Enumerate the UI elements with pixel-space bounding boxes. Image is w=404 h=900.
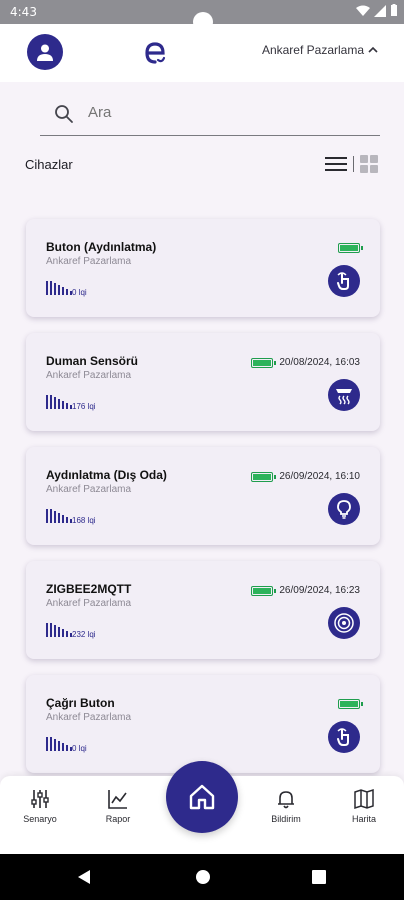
- home-icon: [189, 784, 215, 810]
- home-button[interactable]: [166, 761, 238, 833]
- signal-value: 0 lqi: [72, 288, 87, 297]
- nav-report-label: Rapor: [105, 814, 131, 824]
- status-bar: 4:43: [0, 0, 404, 32]
- view-toggle-divider: [353, 156, 354, 172]
- search-input[interactable]: [88, 98, 368, 126]
- battery-icon: [251, 357, 277, 368]
- device-meta: [332, 699, 363, 709]
- device-organization: Ankaref Pazarlama: [46, 256, 132, 267]
- signal-value: 232 lqi: [72, 630, 96, 639]
- touch-button-icon[interactable]: [328, 721, 360, 753]
- device-name: Aydınlatma (Dış Oda): [46, 468, 167, 482]
- device-name: ZIGBEE2MQTT: [46, 582, 132, 596]
- hub-icon[interactable]: [328, 607, 360, 639]
- signal-strength-icon: [46, 281, 72, 295]
- list-view-icon[interactable]: [325, 156, 347, 172]
- organization-name: Ankaref Pazarlama: [261, 43, 364, 57]
- device-timestamp: 20/08/2024, 16:03: [279, 357, 360, 368]
- signal-value: 168 lqi: [72, 516, 96, 525]
- status-icons: [356, 4, 398, 17]
- signal-strength-icon: [46, 737, 72, 751]
- nav-map[interactable]: Harita: [334, 788, 394, 824]
- battery-icon: [251, 471, 277, 482]
- system-navigation-bar: [0, 854, 404, 900]
- light-bulb-icon[interactable]: [328, 493, 360, 525]
- battery-icon: [338, 699, 363, 709]
- battery-icon: [251, 585, 277, 596]
- profile-avatar[interactable]: [27, 34, 63, 70]
- organization-selector[interactable]: Ankaref Pazarlama: [262, 43, 378, 57]
- grid-view-icon[interactable]: [360, 155, 378, 173]
- cellular-icon: [374, 4, 386, 17]
- app-header: Ankaref Pazarlama: [0, 24, 404, 82]
- nav-scenario[interactable]: Senaryo: [10, 788, 70, 824]
- home-system-icon[interactable]: [195, 869, 211, 885]
- view-toggle: [325, 155, 378, 173]
- back-icon[interactable]: [76, 869, 92, 885]
- signal-value: 0 lqi: [72, 744, 87, 753]
- device-meta: 20/08/2024, 16:03: [251, 357, 360, 368]
- signal-strength-icon: [46, 395, 72, 409]
- nav-map-label: Harita: [351, 814, 376, 824]
- smoke-sensor-icon[interactable]: [328, 379, 360, 411]
- search-icon: [55, 105, 73, 123]
- device-meta: 26/09/2024, 16:23: [251, 585, 360, 596]
- devices-title: Cihazlar: [25, 157, 73, 172]
- device-name: Buton (Aydınlatma): [46, 240, 157, 254]
- device-card[interactable]: Buton (Aydınlatma) Ankaref Pazarlama 0 l…: [26, 219, 380, 317]
- app-logo: [145, 42, 166, 64]
- nav-notification[interactable]: Bildirim: [256, 788, 316, 824]
- recents-icon[interactable]: [312, 869, 326, 885]
- status-time: 4:43: [10, 5, 37, 19]
- touch-button-icon[interactable]: [328, 265, 360, 297]
- bell-icon: [278, 791, 294, 809]
- device-organization: Ankaref Pazarlama: [46, 484, 132, 495]
- device-timestamp: 26/09/2024, 16:10: [279, 471, 360, 482]
- device-card[interactable]: Aydınlatma (Dış Oda) Ankaref Pazarlama 2…: [26, 447, 380, 545]
- device-name: Çağrı Buton: [46, 696, 115, 710]
- search-bar: [40, 92, 380, 136]
- device-organization: Ankaref Pazarlama: [46, 598, 132, 609]
- nav-notification-label: Bildirim: [271, 814, 301, 824]
- device-meta: [332, 243, 363, 253]
- signal-value: 176 lqi: [72, 402, 96, 411]
- wifi-icon: [356, 5, 370, 16]
- device-organization: Ankaref Pazarlama: [46, 370, 132, 381]
- signal-strength-icon: [46, 623, 72, 637]
- device-card[interactable]: ZIGBEE2MQTT Ankaref Pazarlama 26/09/2024…: [26, 561, 380, 659]
- device-timestamp: 26/09/2024, 16:23: [279, 585, 360, 596]
- battery-status-icon: [391, 4, 397, 16]
- device-meta: 26/09/2024, 16:10: [251, 471, 360, 482]
- map-icon: [354, 788, 374, 810]
- device-name: Duman Sensörü: [46, 354, 139, 368]
- sliders-icon: [31, 790, 49, 808]
- device-card[interactable]: Çağrı Buton Ankaref Pazarlama 0 lqi: [26, 675, 380, 773]
- chevron-up-icon: [368, 46, 378, 53]
- user-icon: [37, 44, 53, 61]
- nav-report[interactable]: Rapor: [88, 788, 148, 824]
- chart-icon: [108, 790, 127, 809]
- device-organization: Ankaref Pazarlama: [46, 712, 132, 723]
- battery-icon: [338, 243, 363, 253]
- nav-scenario-label: Senaryo: [23, 814, 57, 824]
- signal-strength-icon: [46, 509, 72, 523]
- device-card[interactable]: Duman Sensörü Ankaref Pazarlama 20/08/20…: [26, 333, 380, 431]
